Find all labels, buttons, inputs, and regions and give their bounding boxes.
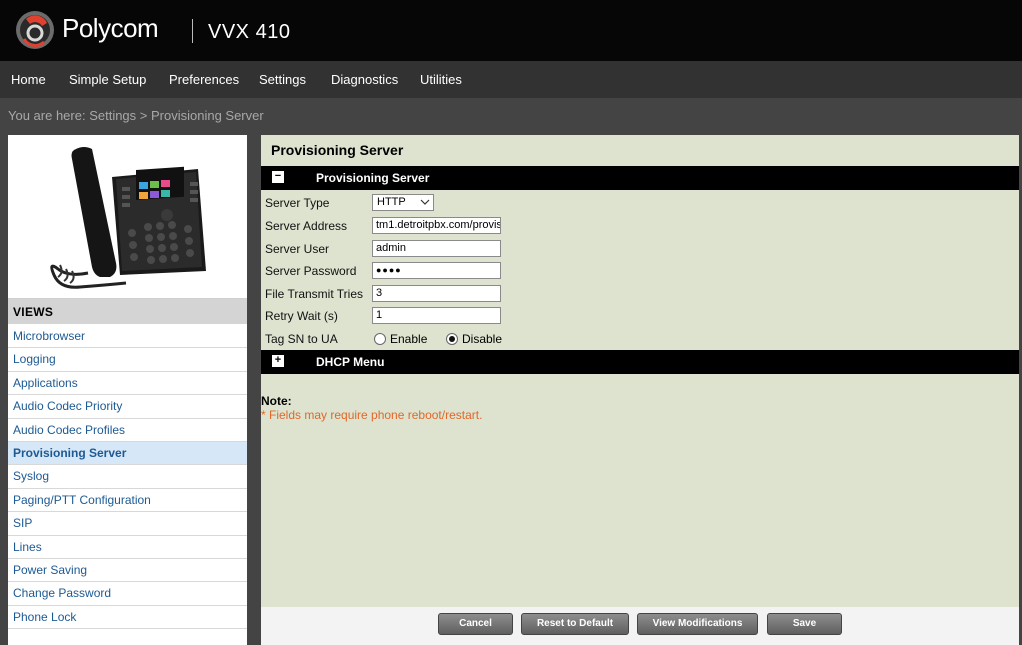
file-transmit-tries-input[interactable]: 3 <box>372 285 501 302</box>
expand-icon[interactable]: + <box>272 355 284 367</box>
main-nav: Home Simple Setup Preferences Settings D… <box>0 61 1022 98</box>
section-dhcp-menu: + DHCP Menu <box>261 350 1019 374</box>
sidebar-item-logging[interactable]: Logging <box>8 348 247 372</box>
server-password-label: Server Password <box>265 264 357 278</box>
section-title: DHCP Menu <box>316 355 385 369</box>
tag-sn-enable-label: Enable <box>390 332 428 346</box>
server-type-value: HTTP <box>377 196 406 208</box>
reset-to-default-button[interactable]: Reset to Default <box>521 613 629 635</box>
breadcrumb-bar: You are here: Settings > Provisioning Se… <box>0 98 1022 134</box>
nav-utilities[interactable]: Utilities <box>420 61 462 98</box>
retry-wait-input[interactable]: 1 <box>372 307 501 324</box>
nav-simple-setup[interactable]: Simple Setup <box>69 61 146 98</box>
tag-sn-enable-radio[interactable] <box>374 333 386 345</box>
collapse-icon[interactable]: − <box>272 171 284 183</box>
server-type-label: Server Type <box>265 196 330 210</box>
sidebar-item-audio-codec-priority[interactable]: Audio Codec Priority <box>8 395 247 419</box>
views-list: Microbrowser Logging Applications Audio … <box>8 325 247 630</box>
sidebar: VIEWS Microbrowser Logging Applications … <box>8 135 247 645</box>
chevron-down-icon <box>420 199 430 205</box>
server-address-input[interactable]: tm1.detroitpbx.com/provis <box>372 217 501 234</box>
tag-sn-label: Tag SN to UA <box>265 332 338 346</box>
view-modifications-button[interactable]: View Modifications <box>637 613 758 635</box>
server-user-input[interactable]: admin <box>372 240 501 257</box>
sidebar-item-microbrowser[interactable]: Microbrowser <box>8 325 247 349</box>
sidebar-item-power-saving[interactable]: Power Saving <box>8 559 247 583</box>
server-user-label: Server User <box>265 242 330 256</box>
section-title: Provisioning Server <box>316 171 430 185</box>
sidebar-item-applications[interactable]: Applications <box>8 372 247 396</box>
brand-name: Polycom <box>62 13 159 43</box>
button-bar: Cancel Reset to Default View Modificatio… <box>261 607 1019 645</box>
main-content: Provisioning Server − Provisioning Serve… <box>261 135 1019 645</box>
tag-sn-disable-label: Disable <box>462 332 503 346</box>
server-address-label: Server Address <box>265 219 348 233</box>
sidebar-item-phone-lock[interactable]: Phone Lock <box>8 606 247 630</box>
server-type-select[interactable]: HTTP <box>372 194 434 211</box>
note-text: * Fields may require phone reboot/restar… <box>261 408 483 422</box>
breadcrumb: You are here: Settings > Provisioning Se… <box>8 108 264 123</box>
sidebar-item-syslog[interactable]: Syslog <box>8 465 247 489</box>
sidebar-item-paging-ptt[interactable]: Paging/PTT Configuration <box>8 489 247 513</box>
page-title: Provisioning Server <box>271 142 404 158</box>
views-header: VIEWS <box>8 298 247 324</box>
phone-image <box>8 135 247 298</box>
retry-wait-label: Retry Wait (s) <box>265 309 338 323</box>
server-password-input[interactable]: ●●●● <box>372 262 501 279</box>
nav-preferences[interactable]: Preferences <box>169 61 239 98</box>
nav-diagnostics[interactable]: Diagnostics <box>331 61 398 98</box>
sidebar-item-provisioning-server[interactable]: Provisioning Server <box>8 441 247 466</box>
desk-phone-icon <box>50 147 206 289</box>
polycom-logo-icon <box>16 11 54 49</box>
nav-settings[interactable]: Settings <box>259 61 306 98</box>
tag-sn-disable-radio[interactable] <box>446 333 458 345</box>
header-divider <box>192 19 193 43</box>
note-title: Note: <box>261 394 292 408</box>
phone-model: VVX 410 <box>208 21 291 43</box>
sidebar-item-change-password[interactable]: Change Password <box>8 582 247 606</box>
nav-home[interactable]: Home <box>11 61 46 98</box>
save-button[interactable]: Save <box>767 613 842 635</box>
sidebar-item-sip[interactable]: SIP <box>8 512 247 536</box>
header-bar: Polycom VVX 410 <box>0 0 1022 61</box>
cancel-button[interactable]: Cancel <box>438 613 513 635</box>
section-provisioning-server: − Provisioning Server <box>261 166 1019 190</box>
sidebar-item-audio-codec-profiles[interactable]: Audio Codec Profiles <box>8 419 247 442</box>
file-transmit-tries-label: File Transmit Tries <box>265 287 364 301</box>
sidebar-item-lines[interactable]: Lines <box>8 536 247 559</box>
